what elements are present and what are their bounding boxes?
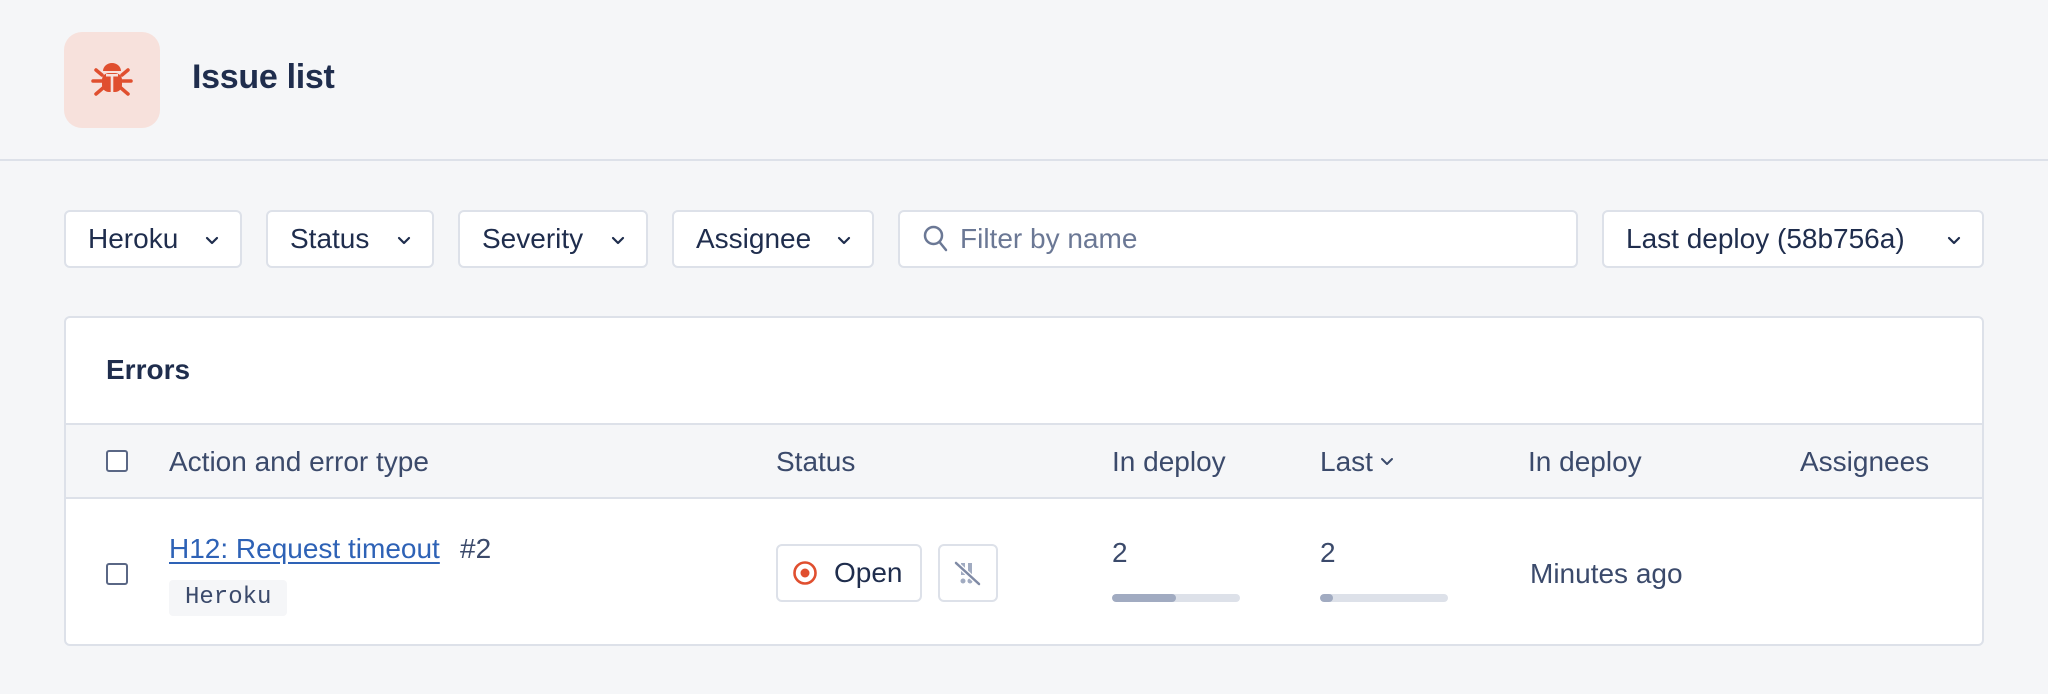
notifications-off-icon [954, 561, 981, 586]
error-number: #2 [460, 533, 492, 564]
sort-chevron-down-icon [1380, 458, 1393, 465]
chevron-down-icon [1947, 236, 1961, 245]
column-last-sort[interactable]: Last [1320, 446, 1395, 478]
column-in-deploy-time: In deploy [1528, 446, 1642, 477]
error-name-link[interactable]: H12: Request timeout [169, 533, 440, 565]
deploy-filter-dropdown[interactable]: Last deploy (58b756a) [1602, 210, 1984, 268]
severity-filter-label: Severity [482, 223, 584, 254]
column-assignees: Assignees [1800, 446, 1930, 477]
search-icon [923, 225, 948, 252]
in-deploy-time: Minutes ago [1530, 558, 1683, 589]
column-action: Action and error type [169, 446, 429, 477]
app-icon-tile [64, 32, 160, 128]
last-count: 2 [1320, 537, 1336, 568]
last-progress-fill [1320, 594, 1333, 602]
open-status-icon [793, 561, 817, 585]
chevron-down-icon [837, 236, 851, 245]
status-label: Open [834, 557, 903, 588]
search-box[interactable] [898, 210, 1578, 268]
in-deploy-progress-fill [1112, 594, 1176, 602]
app-filter-label: Heroku [88, 223, 179, 254]
in-deploy-count: 2 [1112, 537, 1128, 568]
errors-title: Errors [106, 354, 191, 385]
chevron-down-icon [611, 236, 625, 245]
mute-notifications-button[interactable] [938, 544, 998, 602]
status-filter-label: Status [290, 223, 370, 254]
status-filter-dropdown[interactable]: Status [266, 210, 434, 268]
page-title: Issue list [192, 58, 335, 96]
deploy-filter-label: Last deploy (58b756a) [1626, 223, 1905, 254]
chevron-down-icon [205, 236, 219, 245]
chevron-down-icon [397, 236, 411, 245]
app-filter-dropdown[interactable]: Heroku [64, 210, 242, 268]
severity-filter-dropdown[interactable]: Severity [458, 210, 648, 268]
status-button[interactable]: Open [776, 544, 922, 602]
row-checkbox[interactable] [106, 563, 128, 585]
errors-card: Errors Action and error type Status In d… [64, 316, 1984, 646]
last-progress [1320, 594, 1448, 602]
app-tag: Heroku [169, 580, 288, 616]
assignee-filter-label: Assignee [696, 223, 812, 254]
search-input[interactable] [960, 223, 1560, 255]
bug-icon [91, 63, 133, 96]
table-header: Action and error type Status In deploy L… [66, 423, 1982, 499]
assignee-filter-dropdown[interactable]: Assignee [672, 210, 874, 268]
column-last-label: Last [1320, 446, 1373, 477]
in-deploy-progress [1112, 594, 1240, 602]
table-row[interactable]: H12: Request timeout #2 Heroku Open 2 2 … [66, 501, 1982, 644]
column-status: Status [776, 446, 856, 477]
select-all-checkbox[interactable] [106, 450, 128, 472]
column-in-deploy: In deploy [1112, 446, 1226, 477]
page-header: Issue list [0, 0, 2048, 161]
